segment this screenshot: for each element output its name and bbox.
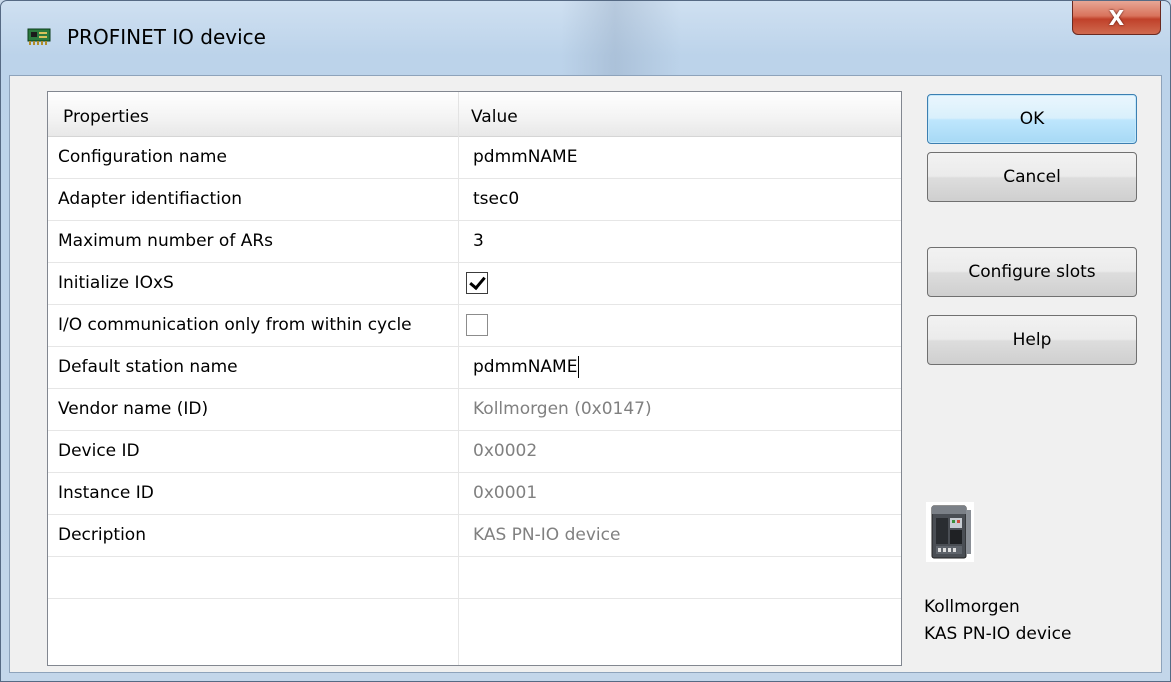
property-row-vendor-name[interactable]: Vendor name (ID) Kollmorgen (0x0147) [48,389,901,431]
property-row-default-station-name[interactable]: Default station name pdmmNAME [48,347,901,389]
empty-cell [48,599,459,665]
dialog-window: PROFINET IO device X Properties Value Co… [0,0,1171,682]
property-value-adapter-identification[interactable]: tsec0 [459,179,901,220]
properties-grid: Properties Value Configuration name pdmm… [47,91,902,666]
initialize-ioxs-checkbox[interactable] [466,272,488,294]
device-info: Kollmorgen KAS PN-IO device [924,594,1071,648]
default-station-name-input[interactable]: pdmmNAME [459,347,901,388]
property-row-adapter-identification[interactable]: Adapter identifiaction tsec0 [48,179,901,221]
property-value-vendor-name: Kollmorgen (0x0147) [473,399,652,419]
property-name: Instance ID [48,473,459,514]
property-row-io-communication[interactable]: I/O communication only from within cycle [48,305,901,347]
empty-cell [48,557,459,598]
column-header-value[interactable]: Value [459,92,902,137]
property-value-description: KAS PN-IO device [473,525,621,545]
property-value-configuration-name[interactable]: pdmmNAME [459,137,901,178]
property-value-max-ars[interactable]: 3 [459,221,901,262]
empty-cell [459,599,901,640]
window-title: PROFINET IO device [67,25,266,49]
property-name: Decription [48,515,459,556]
property-name: Configuration name [48,137,459,178]
property-row-max-ars[interactable]: Maximum number of ARs 3 [48,221,901,263]
title-bar[interactable]: PROFINET IO device X [1,1,1170,75]
property-row-description[interactable]: Decription KAS PN-IO device [48,515,901,557]
property-name: Vendor name (ID) [48,389,459,430]
text-caret [578,356,580,378]
io-communication-checkbox[interactable] [466,314,488,336]
help-button[interactable]: Help [927,315,1137,365]
device-model: KAS PN-IO device [924,624,1072,644]
network-adapter-icon [27,28,51,46]
grid-header: Properties Value [48,92,901,137]
empty-row [48,599,901,665]
ok-button[interactable]: OK [927,94,1137,144]
cancel-button[interactable]: Cancel [927,152,1137,202]
empty-row [48,557,901,599]
device-vendor: Kollmorgen [924,597,1020,617]
property-row-initialize-ioxs[interactable]: Initialize IOxS [48,263,901,305]
default-station-name-text: pdmmNAME [473,357,578,377]
property-row-instance-id[interactable]: Instance ID 0x0001 [48,473,901,515]
property-name: Adapter identifiaction [48,179,459,220]
dialog-client-area: Properties Value Configuration name pdmm… [9,75,1162,673]
property-name: Maximum number of ARs [48,221,459,262]
property-name: Default station name [48,347,459,388]
empty-cell [459,557,901,598]
drive-device-image [924,500,976,564]
property-name: Initialize IOxS [48,263,459,304]
property-name: Device ID [48,431,459,472]
configure-slots-button[interactable]: Configure slots [927,247,1137,297]
property-row-configuration-name[interactable]: Configuration name pdmmNAME [48,137,901,179]
close-icon: X [1108,5,1125,30]
column-header-properties[interactable]: Properties [48,92,459,137]
title-glow [561,1,681,75]
property-value-device-id: 0x0002 [473,441,538,461]
property-value-instance-id: 0x0001 [473,483,538,503]
property-name: I/O communication only from within cycle [48,305,459,346]
close-button[interactable]: X [1072,1,1161,35]
property-row-device-id[interactable]: Device ID 0x0002 [48,431,901,473]
